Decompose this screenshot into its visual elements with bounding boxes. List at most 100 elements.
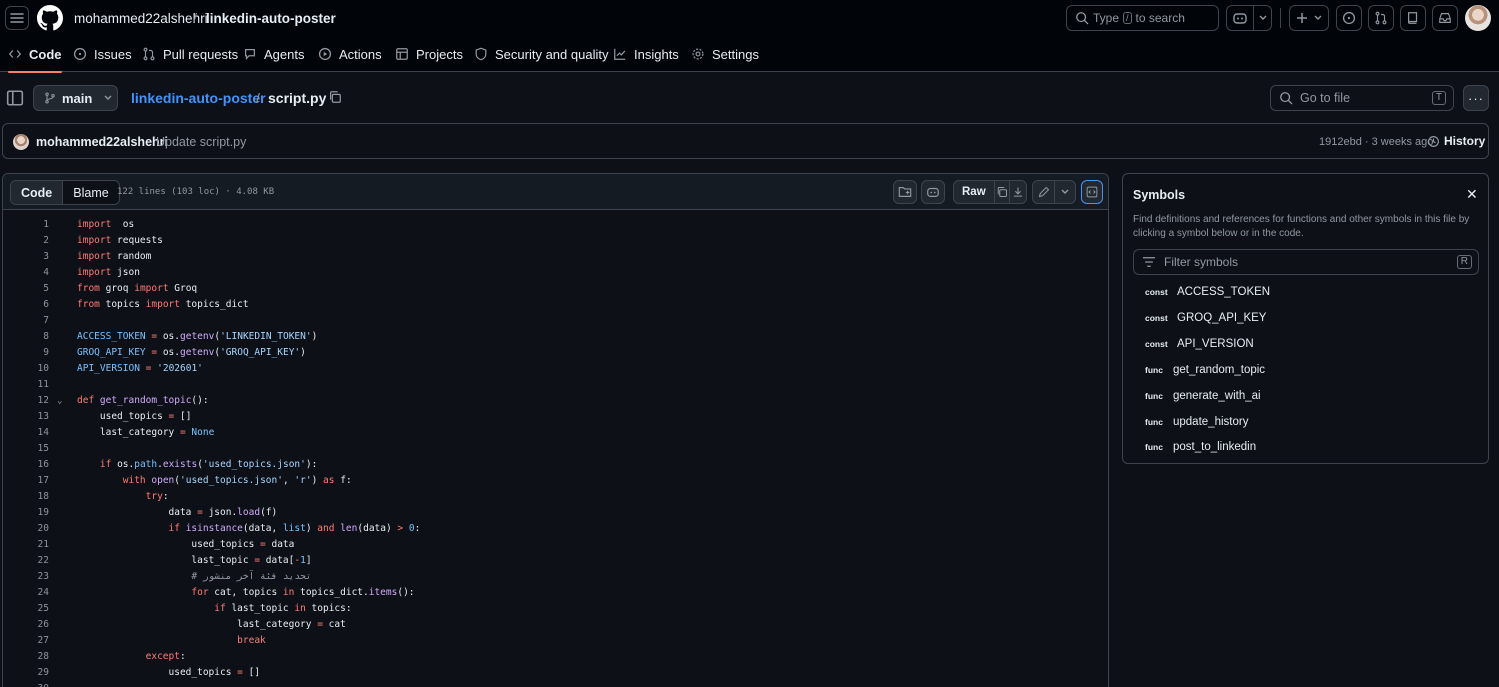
- line-number[interactable]: 17: [3, 473, 49, 489]
- code-text: API_VERSION = '202601': [77, 361, 203, 377]
- copilot-chat-button[interactable]: [921, 180, 945, 204]
- symbol-item[interactable]: func update_history: [1145, 412, 1248, 432]
- tab-pull-requests[interactable]: Pull requests: [142, 36, 238, 72]
- symbol-item[interactable]: func generate_with_ai: [1145, 386, 1261, 406]
- repo-link[interactable]: linkedin-auto-poster: [206, 11, 336, 26]
- sidebar-toggle-icon[interactable]: [6, 89, 24, 107]
- line-number[interactable]: 8: [3, 329, 49, 345]
- chevron-down-icon: [1259, 15, 1266, 20]
- copy-icon[interactable]: [328, 90, 342, 104]
- copy-raw-button[interactable]: [995, 181, 1011, 203]
- owner-link[interactable]: mohammed22alshehri: [74, 11, 208, 26]
- line-number[interactable]: 25: [3, 601, 49, 617]
- line-number[interactable]: 18: [3, 489, 49, 505]
- line-number[interactable]: 5: [3, 281, 49, 297]
- code-line: 16 if os.path.exists('used_topics.json')…: [3, 457, 1108, 473]
- code-line: 14 last_category = None: [3, 425, 1108, 441]
- line-number[interactable]: 3: [3, 249, 49, 265]
- code-token: and: [317, 523, 335, 534]
- line-number[interactable]: 20: [3, 521, 49, 537]
- global-search[interactable]: Type / to search: [1066, 5, 1219, 31]
- symbol-item[interactable]: func post_to_linkedin: [1145, 437, 1256, 457]
- avatar[interactable]: [13, 134, 29, 150]
- symbol-item[interactable]: const ACCESS_TOKEN: [1145, 282, 1270, 302]
- copilot-icon: [1232, 13, 1247, 24]
- tab-issues[interactable]: Issues: [73, 36, 132, 72]
- issues-button[interactable]: [1336, 5, 1362, 31]
- line-number[interactable]: 15: [3, 441, 49, 457]
- line-number[interactable]: 6: [3, 297, 49, 313]
- commit-author[interactable]: mohammed22alshehri: [36, 135, 168, 149]
- line-number[interactable]: 19: [3, 505, 49, 521]
- menu-button[interactable]: [5, 6, 29, 30]
- branch-selector[interactable]: main: [33, 85, 118, 111]
- line-number[interactable]: 11: [3, 377, 49, 393]
- breadcrumb-repo-link[interactable]: linkedin-auto-poster: [131, 90, 266, 106]
- close-icon[interactable]: ✕: [1466, 186, 1478, 203]
- line-number[interactable]: 28: [3, 649, 49, 665]
- inbox-button[interactable]: [1432, 5, 1458, 31]
- raw-button[interactable]: Raw: [954, 181, 995, 203]
- create-new-button[interactable]: [1289, 5, 1329, 31]
- tab-blame-view[interactable]: Blame: [63, 181, 119, 204]
- open-in-folder-button[interactable]: [893, 180, 917, 204]
- symbols-panel-toggle[interactable]: [1081, 180, 1103, 204]
- line-number[interactable]: 12: [3, 393, 49, 409]
- line-number[interactable]: 2: [3, 233, 49, 249]
- tab-code[interactable]: Code: [8, 36, 62, 73]
- symbol-kind: func: [1145, 365, 1163, 375]
- chevron-down-icon[interactable]: ⌄: [57, 393, 62, 409]
- filter-symbols-input[interactable]: Filter symbols R: [1133, 249, 1479, 275]
- line-number[interactable]: 16: [3, 457, 49, 473]
- code-line: 19 data = json.load(f): [3, 505, 1108, 521]
- tab-projects[interactable]: Projects: [395, 36, 463, 72]
- github-logo-icon[interactable]: [37, 5, 63, 31]
- line-number[interactable]: 29: [3, 665, 49, 681]
- line-number[interactable]: 1: [3, 217, 49, 233]
- commit-message[interactable]: Update script.py: [156, 135, 246, 149]
- history-button[interactable]: History: [1427, 134, 1485, 148]
- line-number[interactable]: 9: [3, 345, 49, 361]
- symbol-item[interactable]: func get_random_topic: [1145, 360, 1265, 380]
- line-number[interactable]: 24: [3, 585, 49, 601]
- user-avatar[interactable]: [1465, 5, 1491, 31]
- commit-meta[interactable]: 1912ebd · 3 weeks ago: [1319, 136, 1433, 148]
- copilot-button[interactable]: [1226, 5, 1272, 31]
- line-number[interactable]: 10: [3, 361, 49, 377]
- tab-settings[interactable]: Settings: [691, 36, 759, 72]
- code-token: break: [237, 635, 266, 646]
- code-token: None: [191, 427, 215, 438]
- pull-requests-button[interactable]: [1368, 5, 1394, 31]
- line-number[interactable]: 21: [3, 537, 49, 553]
- download-button[interactable]: [1010, 181, 1026, 203]
- code-token: used_topics: [77, 539, 261, 550]
- symbol-item[interactable]: const GROQ_API_KEY: [1145, 308, 1266, 328]
- code-line: 27 break: [3, 633, 1108, 649]
- edit-options-button[interactable]: [1055, 181, 1075, 203]
- tab-code-view[interactable]: Code: [11, 181, 64, 204]
- more-options-button[interactable]: ···: [1463, 85, 1489, 111]
- go-to-file-input[interactable]: Go to file T: [1270, 85, 1454, 111]
- code-token: last_topic: [77, 555, 255, 566]
- branch-icon: [45, 92, 55, 104]
- tab-actions[interactable]: Actions: [318, 36, 382, 72]
- tab-insights[interactable]: Insights: [613, 36, 679, 72]
- edit-button[interactable]: [1033, 181, 1055, 203]
- line-number[interactable]: 13: [3, 409, 49, 425]
- line-number[interactable]: 4: [3, 265, 49, 281]
- code-token: import: [134, 283, 169, 294]
- kebab-horizontal-icon: ···: [1468, 90, 1484, 106]
- symbol-item[interactable]: const API_VERSION: [1145, 334, 1254, 354]
- symbol-kind: const: [1145, 313, 1168, 323]
- line-number[interactable]: 7: [3, 313, 49, 329]
- line-number[interactable]: 14: [3, 425, 49, 441]
- line-number[interactable]: 30: [3, 681, 49, 687]
- tab-security[interactable]: Security and quality: [474, 36, 608, 72]
- code-token: 'r': [294, 475, 312, 486]
- repositories-button[interactable]: [1400, 5, 1426, 31]
- line-number[interactable]: 23: [3, 569, 49, 585]
- line-number[interactable]: 22: [3, 553, 49, 569]
- tab-agents[interactable]: Agents: [243, 36, 304, 72]
- line-number[interactable]: 27: [3, 633, 49, 649]
- line-number[interactable]: 26: [3, 617, 49, 633]
